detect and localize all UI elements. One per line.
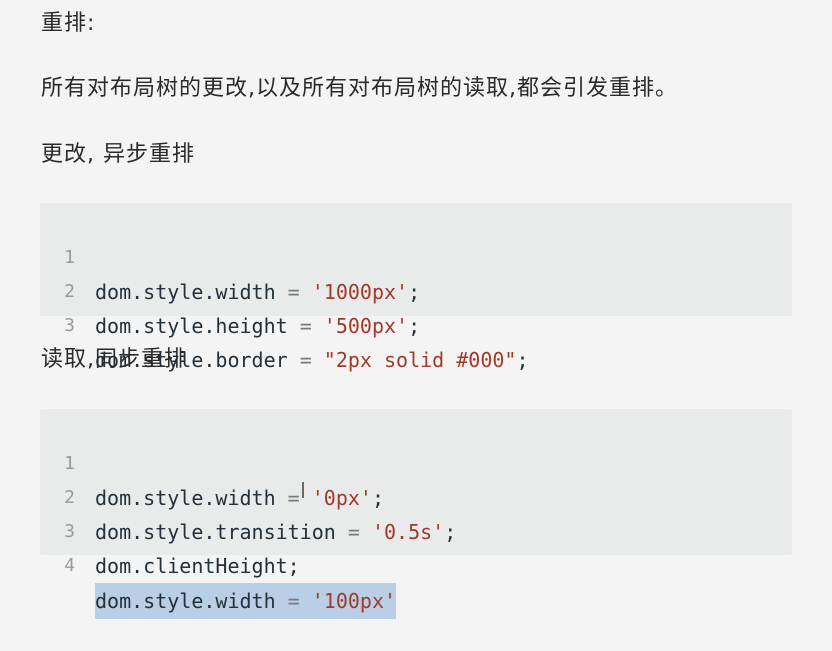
line-number: 3 bbox=[64, 315, 75, 336]
code-text: dom.style.height = '500px'; bbox=[95, 314, 421, 338]
code-block-read[interactable]: 1 dom.style.width = '0px'; 2 dom.style.t… bbox=[40, 409, 792, 619]
code-line-selected: 4 dom.style.width = '100px' bbox=[40, 515, 397, 619]
subheading-change-async: 更改, 异步重排 bbox=[41, 142, 195, 167]
code-text: dom.style.width = '0px'; bbox=[95, 486, 385, 510]
code-text: dom.style.width = '1000px'; bbox=[95, 280, 421, 304]
code-line: 2 dom.style.height = '500px'; bbox=[40, 241, 420, 338]
code-line: 1 dom.style.width = '0px'; bbox=[40, 413, 384, 510]
code-line: 3 dom.style.border = "2px solid #000"; bbox=[40, 275, 528, 372]
code-block-change[interactable]: 1 dom.style.width = '1000px'; 2 dom.styl… bbox=[40, 203, 792, 372]
text-cursor-icon bbox=[302, 482, 304, 498]
code-text: dom.clientHeight; bbox=[95, 554, 300, 578]
code-line: 3 dom.clientHeight; bbox=[40, 481, 300, 578]
section-title-reflow: 重排: bbox=[41, 11, 96, 36]
code-line: 1 dom.style.width = '1000px'; bbox=[40, 207, 420, 304]
code-text: dom.style.transition = '0.5s'; bbox=[95, 520, 457, 544]
description-paragraph: 所有对布局树的更改,以及所有对布局树的读取,都会引发重排。 bbox=[41, 76, 678, 101]
line-number: 4 bbox=[64, 555, 75, 576]
code-line: 2 dom.style.transition = '0.5s'; bbox=[40, 447, 456, 544]
selected-code-text[interactable]: dom.style.width = '100px' bbox=[95, 583, 397, 619]
subheading-read-sync: 读取,同步重排 bbox=[41, 347, 187, 372]
